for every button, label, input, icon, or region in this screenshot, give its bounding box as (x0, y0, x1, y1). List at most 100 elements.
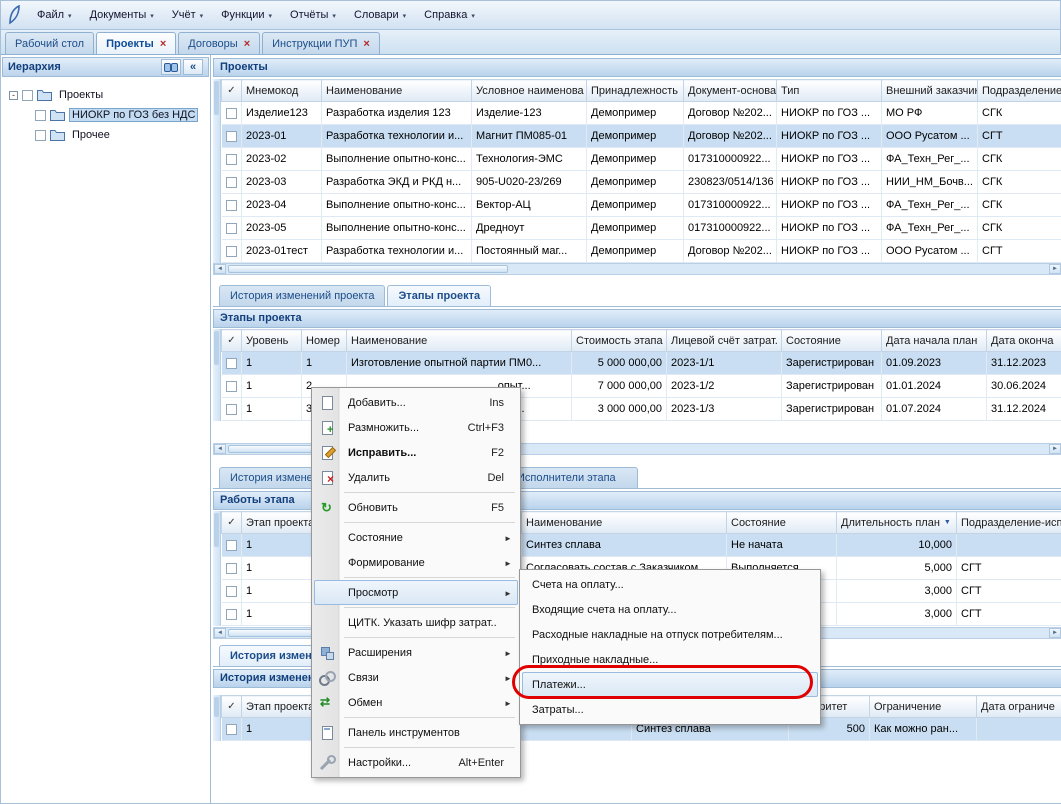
menu-item[interactable]: Связи► (314, 665, 518, 690)
table-row[interactable]: Изделие123Разработка изделия 123Изделие-… (222, 102, 1061, 125)
grid-cell[interactable]: СГТ (978, 125, 1061, 148)
grid-cell[interactable]: 3,000 (837, 580, 957, 603)
tree-item-label[interactable]: Прочее (69, 128, 113, 142)
grid-cell[interactable]: 5 000 000,00 (572, 352, 667, 375)
menu-item[interactable]: УдалитьDel (314, 465, 518, 490)
grid-cell[interactable]: 1 (242, 398, 302, 421)
tab-executors[interactable]: Исполнители этапа (506, 467, 638, 488)
grid-cell[interactable]: 017310000922... (684, 148, 777, 171)
grid-cell[interactable]: 230823/0514/136 (684, 171, 777, 194)
row-checkbox[interactable] (226, 131, 237, 142)
row-checkbox[interactable] (226, 724, 237, 735)
column-header[interactable]: Длительность план▼ (837, 512, 957, 534)
grid-cell[interactable]: Демопример (587, 217, 684, 240)
menubar-item[interactable]: Справка▾ (415, 4, 484, 26)
tree-checkbox[interactable] (35, 130, 46, 141)
column-header[interactable]: Дата начала план (882, 330, 987, 352)
grid-cell[interactable]: Изделие123 (242, 102, 322, 125)
menu-item[interactable]: Панель инструментов (314, 720, 518, 745)
column-header[interactable]: Стоимость этапа (572, 330, 667, 352)
menu-item[interactable]: Затраты... (522, 697, 818, 722)
grid-cell[interactable]: 10,000 (837, 534, 957, 557)
table-row[interactable]: 2023-05Выполнение опытно-конс...Дредноут… (222, 217, 1061, 240)
scroll-left-icon[interactable]: ◄ (214, 444, 226, 454)
grid-cell[interactable]: СГК (978, 194, 1061, 217)
grid-cell[interactable]: НИОКР по ГОЗ ... (777, 171, 882, 194)
tree-item-other[interactable]: Прочее (3, 125, 208, 145)
column-header[interactable]: Мнемокод (242, 80, 322, 102)
grid-cell[interactable]: Выполнение опытно-конс... (322, 148, 472, 171)
grid-cell[interactable]: 2023-02 (242, 148, 322, 171)
tab-project-history[interactable]: История изменений проекта (219, 285, 385, 306)
grid-cell[interactable]: 2023-1/3 (667, 398, 782, 421)
tab-stages[interactable]: Этапы проекта (387, 285, 491, 306)
grid-cell[interactable]: Разработка ЭКД и РКД н... (322, 171, 472, 194)
grid-cell[interactable]: СГК (978, 102, 1061, 125)
row-checkbox[interactable] (226, 404, 237, 415)
column-header[interactable]: Состояние (782, 330, 882, 352)
grid-cell[interactable]: СГК (978, 171, 1061, 194)
tree-checkbox[interactable] (22, 90, 33, 101)
grid-cell[interactable]: Изделие-123 (472, 102, 587, 125)
grid-cell[interactable]: 7 000 000,00 (572, 375, 667, 398)
grid-cell[interactable]: ООО Русатом ... (882, 240, 978, 263)
select-all-header[interactable]: ✓ (222, 512, 242, 534)
grid-cell[interactable]: СГТ (957, 580, 1061, 603)
grid-cell[interactable]: 5,000 (837, 557, 957, 580)
menubar-item[interactable]: Документы▾ (81, 4, 163, 26)
grid-cell[interactable]: НИОКР по ГОЗ ... (777, 148, 882, 171)
grid-cell[interactable]: СГК (978, 217, 1061, 240)
grid-cell[interactable]: 1 (242, 375, 302, 398)
column-header[interactable]: Номер (302, 330, 347, 352)
column-header[interactable]: Внешний заказчик (882, 80, 978, 102)
grid-cell[interactable]: Зарегистрирован (782, 398, 882, 421)
column-header[interactable]: Лицевой счёт затрат. (667, 330, 782, 352)
grid-cell[interactable]: Изготовление опытной партии ПМ0... (347, 352, 572, 375)
row-checkbox[interactable] (226, 177, 237, 188)
menu-item[interactable]: Настройки...Alt+Enter (314, 750, 518, 775)
tree-checkbox[interactable] (35, 110, 46, 121)
grid-cell[interactable]: 2023-1/2 (667, 375, 782, 398)
grid-cell[interactable]: ООО Русатом ... (882, 125, 978, 148)
close-tab-icon[interactable]: × (363, 39, 369, 49)
grid-cell[interactable]: СГК (978, 148, 1061, 171)
menu-item[interactable]: Исправить...F2 (314, 440, 518, 465)
menu-item[interactable]: Размножить...Ctrl+F3 (314, 415, 518, 440)
column-header[interactable]: Документ-основан (684, 80, 777, 102)
scrollbar-thumb[interactable] (214, 697, 219, 717)
workspace-tab[interactable]: Договоры× (178, 32, 260, 54)
table-row[interactable]: 2023-03Разработка ЭКД и РКД н...905-U020… (222, 171, 1061, 194)
vertical-scrollbar[interactable] (213, 79, 221, 263)
grid-cell[interactable]: Разработка технологии и... (322, 125, 472, 148)
table-row[interactable]: 11Изготовление опытной партии ПМ0...5 00… (222, 352, 1061, 375)
workspace-tab[interactable]: Инструкции ПУП× (262, 32, 380, 54)
grid-cell[interactable]: 2023-05 (242, 217, 322, 240)
menu-item[interactable]: ОбновитьF5 (314, 495, 518, 520)
grid-cell[interactable]: 2023-04 (242, 194, 322, 217)
grid-cell[interactable]: 905-U020-23/269 (472, 171, 587, 194)
grid-cell[interactable] (957, 534, 1061, 557)
column-header[interactable]: Дата ограниче (977, 696, 1061, 718)
scroll-left-icon[interactable]: ◄ (214, 264, 226, 274)
row-checkbox[interactable] (226, 223, 237, 234)
grid-cell[interactable]: Выполнение опытно-конс... (322, 217, 472, 240)
grid-cell[interactable]: СГТ (978, 240, 1061, 263)
scrollbar-track[interactable] (226, 264, 1049, 274)
grid-cell[interactable]: НИИ_НМ_Бочв... (882, 171, 978, 194)
grid-cell[interactable]: 31.12.2024 (987, 398, 1061, 421)
grid-cell[interactable]: Разработка технологии и... (322, 240, 472, 263)
grid-cell[interactable] (977, 718, 1061, 741)
menu-item[interactable]: Обмен► (314, 690, 518, 715)
horizontal-scrollbar[interactable]: ◄ ► (213, 263, 1061, 275)
column-header[interactable]: Наименование (322, 80, 472, 102)
scrollbar-thumb[interactable] (228, 265, 508, 273)
grid-cell[interactable]: 30.06.2024 (987, 375, 1061, 398)
grid-cell[interactable]: Демопример (587, 148, 684, 171)
close-tab-icon[interactable]: × (160, 39, 166, 49)
row-checkbox[interactable] (226, 246, 237, 257)
table-row[interactable]: 2023-04Выполнение опытно-конс...Вектор-А… (222, 194, 1061, 217)
grid-cell[interactable]: Демопример (587, 102, 684, 125)
select-all-header[interactable]: ✓ (222, 330, 242, 352)
grid-cell[interactable]: Демопример (587, 194, 684, 217)
grid-cell[interactable]: 017310000922... (684, 194, 777, 217)
